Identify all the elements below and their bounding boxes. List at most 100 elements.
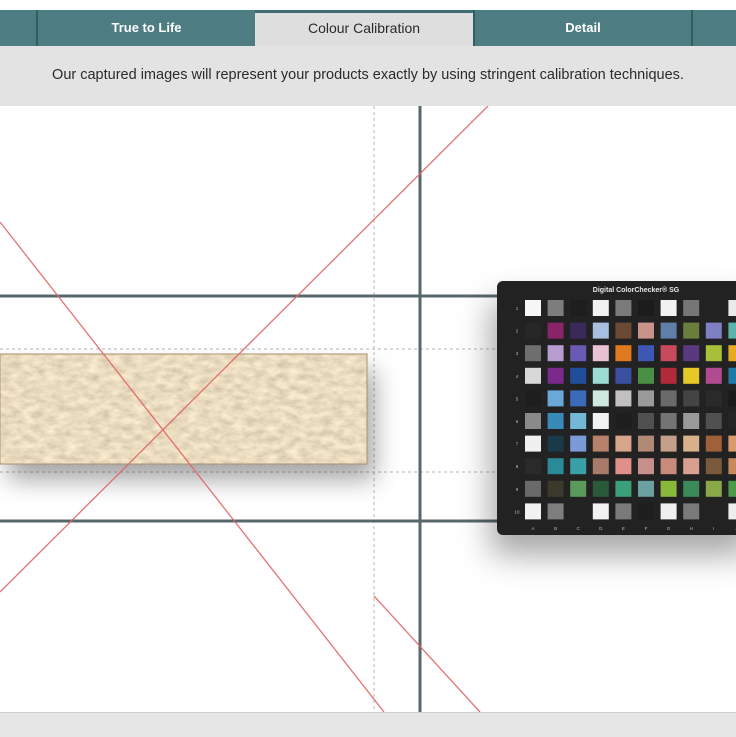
colorchecker-patch xyxy=(570,367,587,384)
colorchecker-patch xyxy=(683,435,700,452)
colorchecker-patch xyxy=(705,503,722,520)
colorchecker-col-label: I xyxy=(713,526,714,531)
colorchecker-patch xyxy=(660,480,677,497)
colorchecker-patch xyxy=(570,345,587,362)
colorchecker-patch xyxy=(683,480,700,497)
colorchecker-patch xyxy=(547,300,564,316)
colorchecker-patch xyxy=(615,367,632,384)
diagonal-guide-lower-right xyxy=(373,595,481,712)
colorchecker-patch xyxy=(615,345,632,362)
colorchecker-patch xyxy=(638,458,654,475)
colorchecker-patch xyxy=(547,390,564,407)
colorchecker-patch xyxy=(615,480,632,497)
colorchecker-row-label: 10 xyxy=(514,509,520,514)
colorchecker-patch xyxy=(615,503,632,520)
colorchecker-card: Digital ColorChecker® SG 12345678910A B C D… xyxy=(497,281,736,535)
tab-next[interactable] xyxy=(691,10,736,46)
colorchecker-patch xyxy=(683,413,700,429)
colorchecker-patch xyxy=(547,435,564,452)
colorchecker-patch xyxy=(660,367,677,384)
colorchecker-patch xyxy=(728,413,736,429)
colorchecker-patch xyxy=(728,345,736,362)
colorchecker-patch xyxy=(592,503,609,520)
colorchecker-patch xyxy=(683,458,700,475)
colorchecker-patch xyxy=(683,322,700,339)
colorchecker-patch xyxy=(570,458,587,475)
colorchecker-title: Digital ColorChecker® SG xyxy=(593,286,680,294)
colorchecker-patch xyxy=(705,345,722,362)
colorchecker-patch xyxy=(660,413,677,429)
colorchecker-patch xyxy=(728,435,736,452)
colorchecker-patch xyxy=(570,435,587,452)
colorchecker-patch xyxy=(592,322,609,339)
colorchecker-patch xyxy=(728,480,736,497)
colorchecker-patch xyxy=(592,345,609,362)
colorchecker-patch xyxy=(728,503,736,520)
tab-colour-calibration[interactable]: Colour Calibration xyxy=(255,10,473,46)
colorchecker-patch xyxy=(638,435,654,452)
colorchecker-col-label: E xyxy=(622,526,625,531)
colorchecker-patch xyxy=(525,345,541,362)
colorchecker-patch xyxy=(728,458,736,475)
colorchecker-patch xyxy=(728,300,736,316)
colorchecker-patch xyxy=(525,503,541,520)
colorchecker-patch xyxy=(615,435,632,452)
colorchecker-patch xyxy=(705,322,722,339)
colorchecker-patch xyxy=(570,480,587,497)
colorchecker-patch xyxy=(638,345,654,362)
colorchecker-patch xyxy=(547,413,564,429)
colorchecker-patch xyxy=(683,300,700,316)
colorchecker-patch xyxy=(660,300,677,316)
colorchecker-patch xyxy=(525,458,541,475)
colorchecker-patch xyxy=(638,480,654,497)
tab-true-to-life[interactable]: True to Life xyxy=(36,10,255,46)
description-banner: Our captured images will represent your … xyxy=(0,46,736,106)
colorchecker-patch xyxy=(705,390,722,407)
colorchecker-patch xyxy=(705,413,722,429)
colorchecker-patch xyxy=(525,390,541,407)
colorchecker-patch xyxy=(592,390,609,407)
tab-previous[interactable] xyxy=(0,10,36,46)
colorchecker-patch xyxy=(570,390,587,407)
colorchecker-patch xyxy=(525,322,541,339)
colorchecker-patch xyxy=(683,503,700,520)
colorchecker-patch xyxy=(615,413,632,429)
colorchecker-patch xyxy=(683,390,700,407)
colorchecker-patch xyxy=(570,413,587,429)
banner-text: Our captured images will represent your … xyxy=(52,67,684,83)
colorchecker-patch xyxy=(547,458,564,475)
colorchecker-patch xyxy=(705,435,722,452)
colorchecker-patch xyxy=(615,322,632,339)
colorchecker-patch xyxy=(638,390,654,407)
tab-bar: True to Life Colour Calibration Detail xyxy=(0,10,736,46)
colorchecker-patch xyxy=(547,345,564,362)
colorchecker-patch xyxy=(660,345,677,362)
colorchecker-patch xyxy=(525,300,541,316)
colorchecker-patch xyxy=(592,480,609,497)
colorchecker-patch xyxy=(547,503,564,520)
colorchecker-patch xyxy=(660,458,677,475)
colorchecker-col-label: H xyxy=(690,526,693,531)
colorchecker-patch xyxy=(660,435,677,452)
colorchecker-patch xyxy=(592,300,609,316)
colorchecker-patch xyxy=(547,480,564,497)
tab-detail[interactable]: Detail xyxy=(473,10,691,46)
colorchecker-patch xyxy=(705,367,722,384)
colorchecker-patch xyxy=(592,458,609,475)
colorchecker-patch xyxy=(615,390,632,407)
colorchecker-patch xyxy=(728,322,736,339)
colorchecker-patch xyxy=(660,503,677,520)
colorchecker-body xyxy=(497,281,736,535)
colorchecker-col-label: G xyxy=(667,526,671,531)
colorchecker-patch xyxy=(615,458,632,475)
colorchecker-patch xyxy=(683,345,700,362)
colorchecker-patch xyxy=(638,413,654,429)
colorchecker-patch xyxy=(570,300,587,316)
colorchecker-col-label: B xyxy=(554,526,557,531)
colorchecker-patch xyxy=(705,458,722,475)
calibration-scene: Digital ColorChecker® SG 12345678910A B C D… xyxy=(0,106,736,712)
colorchecker-patch xyxy=(660,322,677,339)
calibration-illustration: Digital ColorChecker® SG 1 2 3 4 5 6 7 8 9 10 A B C D… xyxy=(0,106,736,712)
colorchecker-patch xyxy=(728,390,736,407)
colorchecker-patch xyxy=(615,300,632,316)
